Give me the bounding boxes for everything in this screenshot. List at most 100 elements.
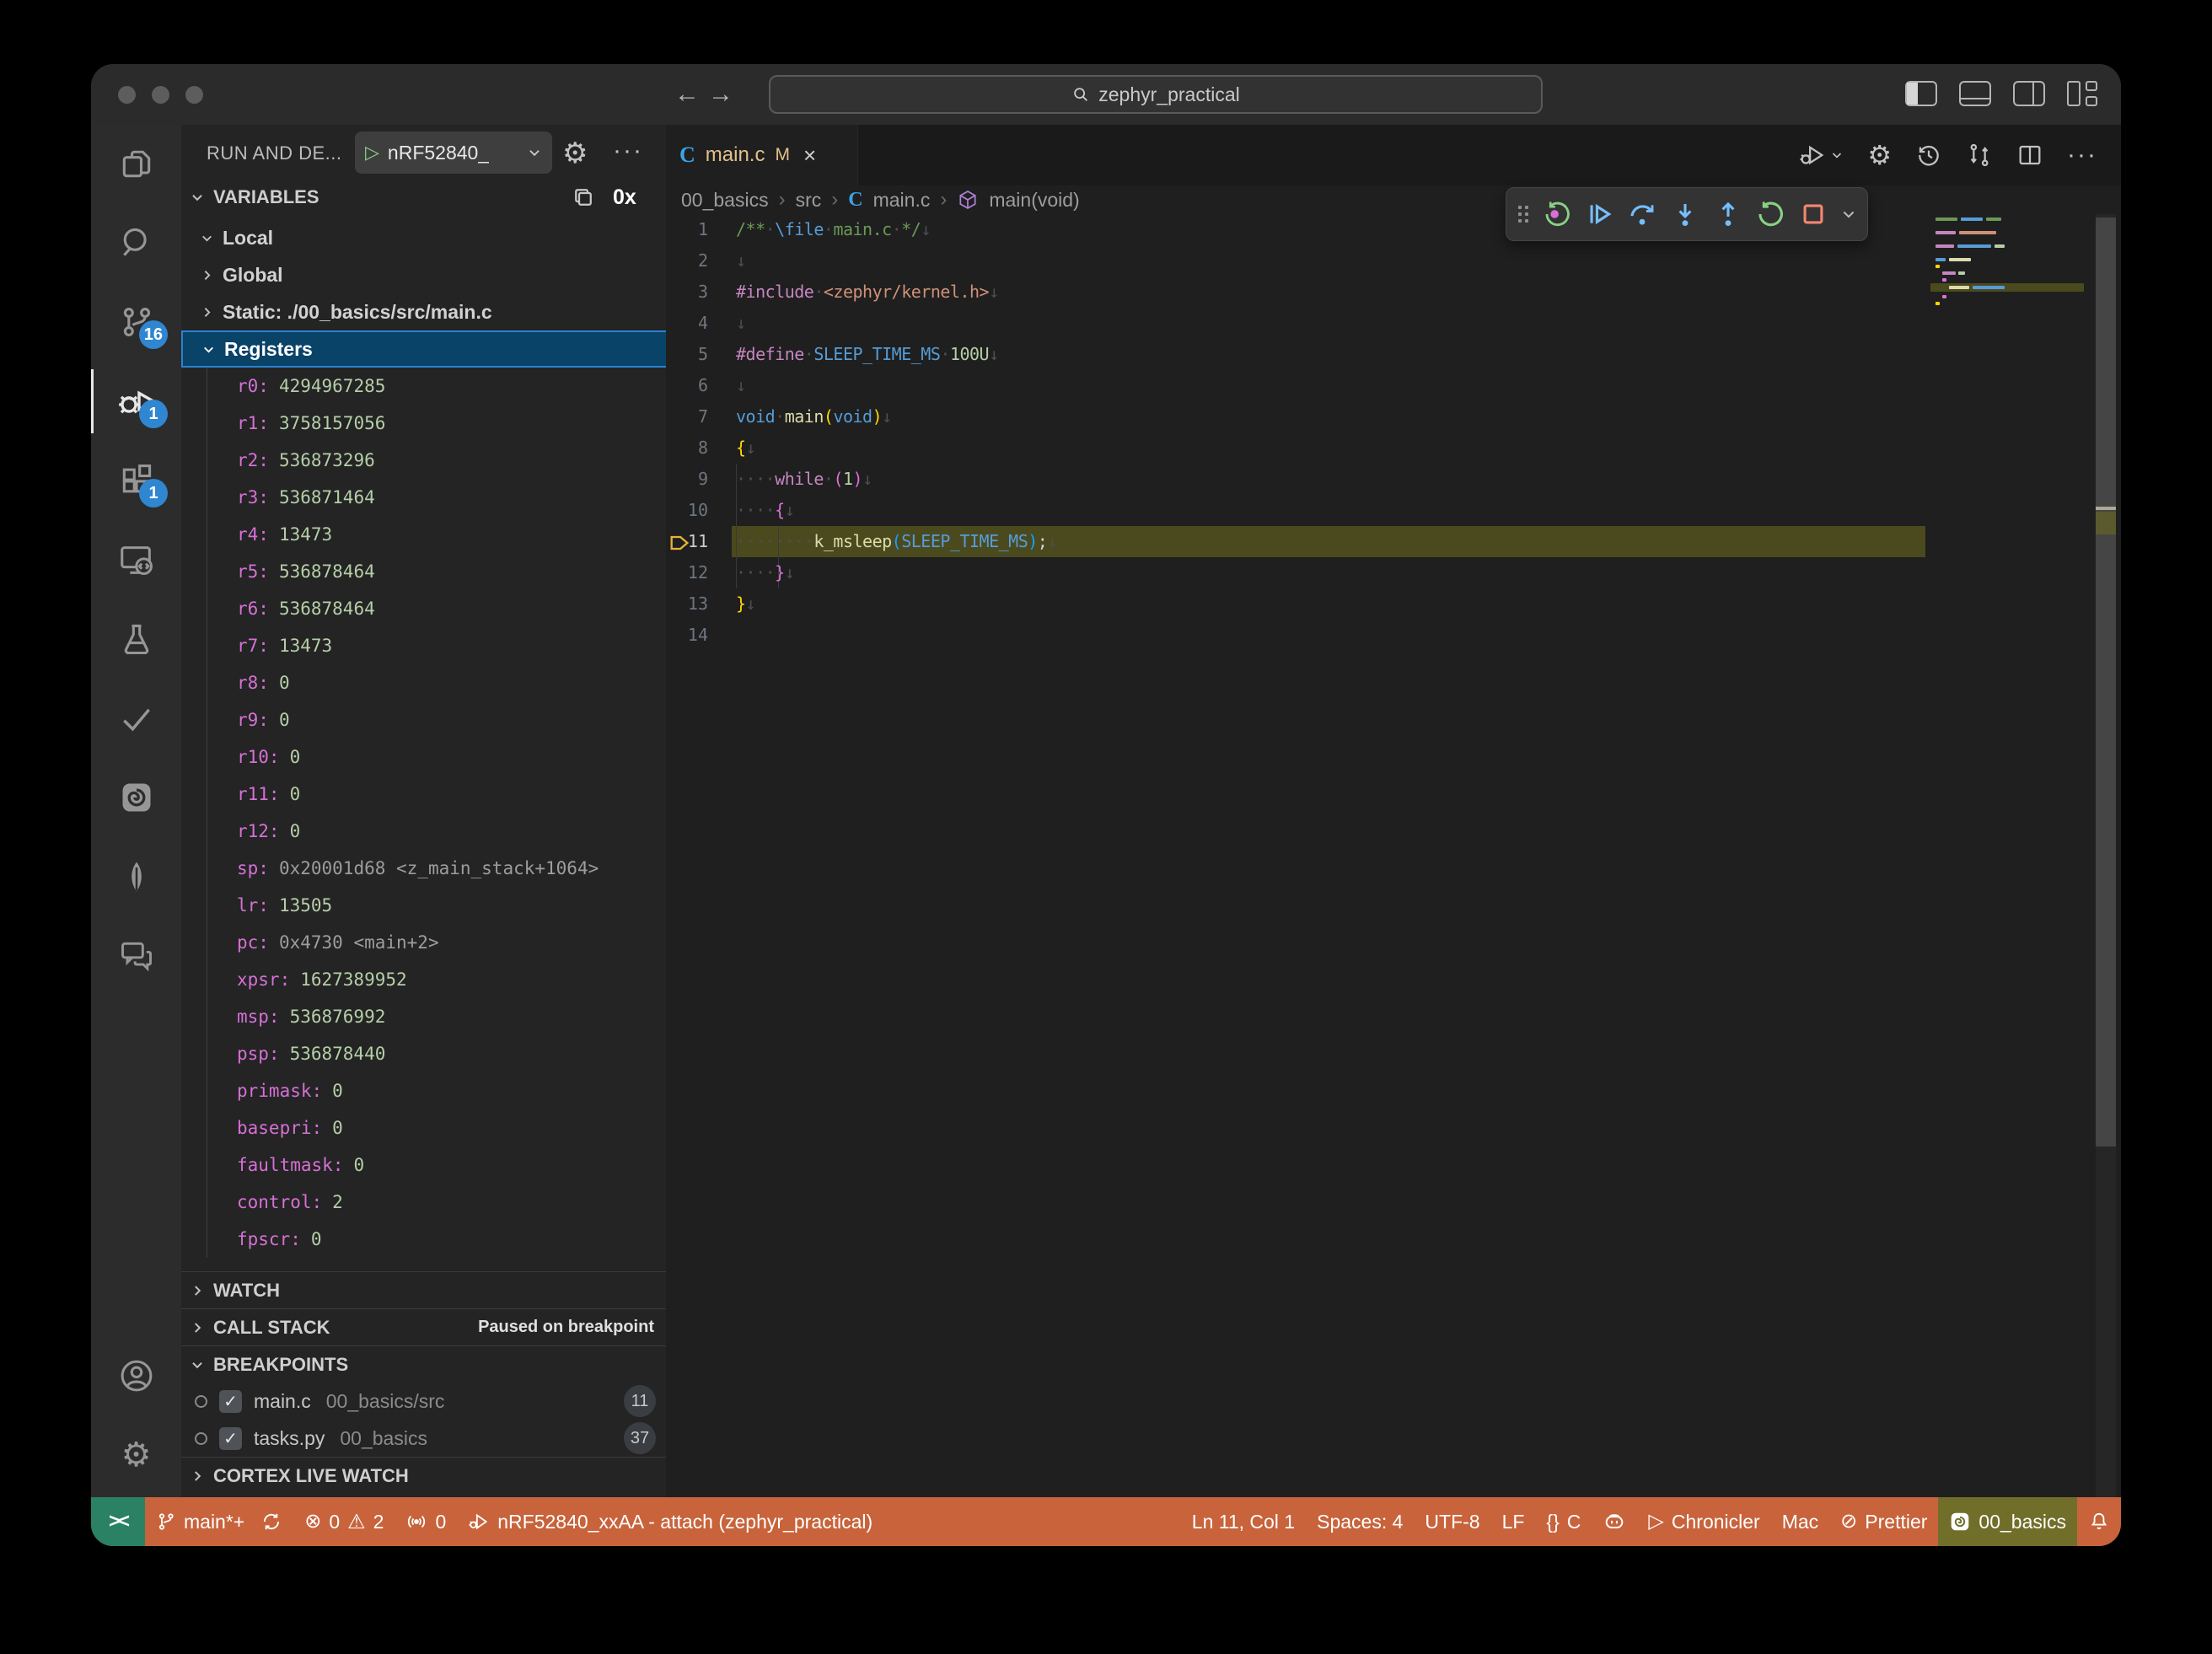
code-line[interactable]: 3#include·<zephyr/kernel.h>↓ xyxy=(666,277,2121,308)
check-icon[interactable] xyxy=(91,679,181,757)
code-line[interactable]: 6↓ xyxy=(666,370,2121,401)
compare-changes-icon[interactable] xyxy=(1966,142,1993,169)
os-item[interactable]: Mac xyxy=(1771,1497,1829,1546)
register-row[interactable]: r5:536878464 xyxy=(181,553,668,590)
active-task-item[interactable]: 00_basics xyxy=(1938,1497,2077,1546)
explorer-icon[interactable] xyxy=(91,125,181,202)
register-row[interactable]: r8:0 xyxy=(181,664,668,701)
stop-icon[interactable] xyxy=(1797,196,1828,232)
breadcrumb[interactable]: 00_basics › src › C main.c › main(void) xyxy=(681,185,1080,214)
code-line[interactable]: 11········k_msleep(SLEEP_TIME_MS);↓ xyxy=(666,526,2121,557)
source-control-icon[interactable]: 16 xyxy=(91,283,181,361)
zoom-window-button[interactable] xyxy=(185,86,203,104)
ports-item[interactable]: 0 xyxy=(395,1497,457,1546)
code-line[interactable]: 4↓ xyxy=(666,308,2121,339)
code-line[interactable]: 5#define·SLEEP_TIME_MS·100U↓ xyxy=(666,339,2121,370)
editor-settings-gear-icon[interactable]: ⚙ xyxy=(1867,139,1892,171)
problems-item[interactable]: ⊗ 0 ⚠ 2 xyxy=(293,1497,395,1546)
test-beaker-icon[interactable] xyxy=(91,600,181,678)
scrollbar[interactable] xyxy=(2096,214,2116,1497)
breadcrumb-file[interactable]: main.c xyxy=(873,189,931,212)
register-row[interactable]: r6:536878464 xyxy=(181,590,668,627)
command-center-search[interactable]: zephyr_practical xyxy=(769,75,1543,114)
views-more-icon[interactable]: ··· xyxy=(613,137,643,165)
notifications-item[interactable] xyxy=(2077,1497,2121,1546)
minimize-window-button[interactable] xyxy=(152,86,169,104)
register-row[interactable]: r2:536873296 xyxy=(181,442,668,479)
indentation-item[interactable]: Spaces: 4 xyxy=(1306,1497,1414,1546)
variables-section-header[interactable]: VARIABLES 0x xyxy=(181,179,668,216)
back-icon[interactable]: ← xyxy=(674,78,700,111)
register-row[interactable]: faultmask:0 xyxy=(181,1147,668,1184)
toggle-primary-sidebar-icon[interactable] xyxy=(1905,81,1937,106)
timeline-history-icon[interactable] xyxy=(1915,142,1942,169)
register-row[interactable]: msp:536876992 xyxy=(181,998,668,1035)
debug-session-item[interactable]: nRF52840_xxAA - attach (zephyr_practical… xyxy=(457,1497,883,1546)
watch-section-header[interactable]: WATCH xyxy=(181,1271,668,1308)
code-line[interactable]: 14 xyxy=(666,620,2121,651)
close-tab-icon[interactable]: × xyxy=(803,142,816,169)
close-window-button[interactable] xyxy=(118,86,136,104)
copilot-item[interactable] xyxy=(1592,1497,1637,1546)
register-row[interactable]: control:2 xyxy=(181,1184,668,1221)
split-editor-icon[interactable] xyxy=(2016,142,2043,169)
breadcrumb-symbol[interactable]: main(void) xyxy=(989,189,1079,212)
code-line[interactable]: 10····{↓ xyxy=(666,495,2121,526)
toolbar-drag-handle[interactable] xyxy=(1517,204,1528,224)
copy-value-icon[interactable] xyxy=(571,185,596,210)
code-line[interactable]: 7void·main(void)↓ xyxy=(666,401,2121,432)
breadcrumb-folder[interactable]: src xyxy=(796,189,822,212)
remote-indicator[interactable]: >< xyxy=(91,1497,145,1546)
minimap[interactable] xyxy=(1930,217,2084,470)
scope-global[interactable]: Global xyxy=(181,256,668,293)
code-line[interactable]: 13}↓ xyxy=(666,588,2121,620)
register-row[interactable]: r11:0 xyxy=(181,776,668,813)
sync-icon[interactable] xyxy=(260,1511,282,1533)
breakpoint-checkbox[interactable]: ✓ xyxy=(219,1390,242,1413)
scope-local[interactable]: Local xyxy=(181,219,668,256)
customize-layout-icon[interactable] xyxy=(2067,81,2099,106)
reset-icon[interactable] xyxy=(1542,196,1573,232)
step-into-icon[interactable] xyxy=(1670,196,1701,232)
register-row[interactable]: fpscr:0 xyxy=(181,1221,668,1258)
settings-gear-icon[interactable]: ⚙ xyxy=(91,1416,181,1494)
comments-icon[interactable] xyxy=(91,917,181,995)
step-out-icon[interactable] xyxy=(1712,196,1743,232)
account-icon[interactable] xyxy=(91,1337,181,1415)
toggle-secondary-sidebar-icon[interactable] xyxy=(2013,81,2045,106)
code-line[interactable]: 9····while·(1)↓ xyxy=(666,464,2121,495)
prettier-item[interactable]: ⊘ Prettier xyxy=(1829,1497,1938,1546)
breakpoint-row-tasks-py[interactable]: ✓ tasks.py 00_basics 37 xyxy=(181,1420,668,1457)
register-row[interactable]: primask:0 xyxy=(181,1072,668,1109)
tab-main-c[interactable]: C main.c M × xyxy=(666,125,858,185)
step-over-icon[interactable] xyxy=(1627,196,1658,232)
breakpoint-checkbox[interactable]: ✓ xyxy=(219,1427,242,1450)
debug-settings-gear-icon[interactable]: ⚙ xyxy=(562,137,588,170)
encoding-item[interactable]: UTF-8 xyxy=(1414,1497,1490,1546)
register-row[interactable]: lr:13505 xyxy=(181,887,668,924)
toolbar-chevron-down-icon[interactable] xyxy=(1840,206,1857,223)
register-row[interactable]: r0:4294967285 xyxy=(181,368,668,405)
language-mode-item[interactable]: {} C xyxy=(1535,1497,1592,1546)
continue-icon[interactable] xyxy=(1585,196,1616,232)
register-row[interactable]: psp:536878440 xyxy=(181,1035,668,1072)
run-or-debug-icon[interactable] xyxy=(1798,141,1844,169)
breadcrumb-folder[interactable]: 00_basics xyxy=(681,189,769,212)
breakpoint-row-main-c[interactable]: ✓ main.c 00_basics/src 11 xyxy=(181,1383,668,1420)
breakpoints-section-header[interactable]: BREAKPOINTS xyxy=(181,1345,668,1383)
register-row[interactable]: sp:0x20001d68 <z_main_stack+1064> xyxy=(181,850,668,887)
call-stack-section-header[interactable]: CALL STACK Paused on breakpoint xyxy=(181,1308,668,1345)
cursor-position-item[interactable]: Ln 11, Col 1 xyxy=(1181,1497,1306,1546)
swirl-extension-icon[interactable] xyxy=(91,759,181,836)
extensions-icon[interactable]: 1 xyxy=(91,442,181,519)
run-and-debug-icon[interactable]: 1 xyxy=(91,362,181,440)
scope-static[interactable]: Static: ./00_basics/src/main.c xyxy=(181,293,668,330)
register-row[interactable]: r4:13473 xyxy=(181,516,668,553)
hex-format-toggle[interactable]: 0x xyxy=(613,185,636,210)
forward-icon[interactable]: → xyxy=(708,78,733,111)
cortex-live-watch-header[interactable]: CORTEX LIVE WATCH xyxy=(181,1457,668,1494)
remote-explorer-icon[interactable] xyxy=(91,521,181,599)
register-row[interactable]: r9:0 xyxy=(181,701,668,738)
register-row[interactable]: pc:0x4730 <main+2> xyxy=(181,924,668,961)
register-row[interactable]: r7:13473 xyxy=(181,627,668,664)
